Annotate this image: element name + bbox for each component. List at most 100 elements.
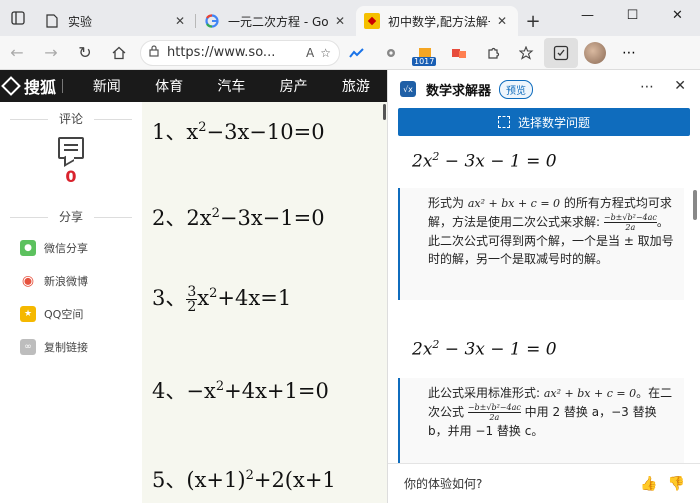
extension-chart[interactable]: [340, 38, 374, 68]
nav-item-house[interactable]: 房产: [262, 76, 324, 96]
comment-icon[interactable]: [58, 137, 84, 159]
article-content: 1、x2−3x−10=0 2、2x2−3x−1=0 3、 3 2 x2+4x=1 4、…: [142, 102, 380, 503]
web-page: 搜狐 新闻 体育 汽车 房产 旅游 评论 0 分享 ● 微信分享 ◉ 新浪微博: [0, 70, 387, 503]
panel-close-icon[interactable]: ✕: [674, 78, 686, 94]
math-solver-panel: √x 数学求解器 预览 ⋯ ✕ 选择数学问题 2x2 − 3x − 1 = 0 …: [387, 70, 700, 503]
close-window-button[interactable]: ✕: [655, 0, 700, 30]
tab-sohu-active[interactable]: 初中数学,配方法解一元二次方程 ✕: [356, 6, 518, 36]
window-controls: — ☐ ✕: [565, 0, 700, 30]
arrow-right-icon: →: [44, 43, 58, 62]
collections-icon: [452, 48, 466, 58]
sohu-logo-icon: [1, 76, 21, 96]
home-icon: [112, 46, 126, 59]
share-wechat[interactable]: ● 微信分享: [0, 231, 142, 264]
tab-actions-icon: [11, 11, 25, 25]
feedback-bar: 你的体验如何? 👍 👎: [388, 463, 700, 503]
address-bar[interactable]: https://www.so... A ☆: [140, 39, 340, 66]
share-weibo[interactable]: ◉ 新浪微博: [0, 264, 142, 297]
panel-header: √x 数学求解器 预览 ⋯ ✕: [388, 70, 700, 108]
share-title: 分享: [0, 208, 142, 225]
panel-scrollbar[interactable]: [692, 142, 698, 462]
extension-red[interactable]: [442, 38, 476, 68]
nav-item-sports[interactable]: 体育: [138, 76, 200, 96]
profile-button[interactable]: [578, 38, 612, 68]
comments-title: 评论: [0, 110, 142, 127]
refresh-icon: ↻: [78, 43, 92, 62]
more-menu-button[interactable]: ⋯: [612, 38, 646, 68]
nav-item-travel[interactable]: 旅游: [325, 76, 387, 96]
select-region-icon: [497, 116, 510, 128]
thumbs-up-icon[interactable]: 👍: [640, 476, 657, 492]
site-navbar: 搜狐 新闻 体育 汽车 房产 旅游: [0, 70, 387, 102]
preview-badge: 预览: [499, 79, 534, 99]
nav-item-news[interactable]: 新闻: [76, 76, 138, 96]
close-tab-icon[interactable]: ✕: [172, 14, 188, 28]
tab-strip: 实验 ✕ 一元二次方程 - Google 搜索 ✕ 初中数学,配方法解一元二次方…: [0, 0, 700, 36]
panel-title: 数学求解器: [426, 83, 492, 99]
extension-1017[interactable]: 1017: [408, 38, 442, 68]
page-scrollbar[interactable]: [380, 102, 387, 503]
extensions-button[interactable]: [476, 38, 510, 68]
favorites-icon: [519, 45, 534, 60]
comment-count[interactable]: 0: [0, 167, 142, 186]
close-tab-icon[interactable]: ✕: [332, 14, 348, 28]
article-side-tools: 评论 0 分享 ● 微信分享 ◉ 新浪微博 ★ QQ空间 ∞ 复制链接: [0, 102, 142, 503]
feedback-prompt: 你的体验如何?: [404, 477, 483, 491]
lock-icon: [149, 45, 159, 60]
new-tab-button[interactable]: +: [518, 6, 548, 36]
google-icon: [204, 13, 220, 29]
avatar: [584, 41, 606, 64]
tab-actions-button[interactable]: [0, 0, 36, 36]
equation-5: 5、(x+1)2+2(x+1: [152, 468, 336, 492]
url-text[interactable]: https://www.so...: [167, 45, 300, 60]
share-qzone[interactable]: ★ QQ空间: [0, 297, 142, 330]
page-icon: [44, 13, 60, 29]
weibo-icon: ◉: [20, 272, 36, 289]
extension-badge: 1017: [412, 56, 437, 66]
panel-more-icon[interactable]: ⋯: [640, 79, 654, 95]
math-solver-button[interactable]: [544, 37, 578, 68]
sohu-logo[interactable]: 搜狐: [0, 74, 76, 98]
article-body: 评论 0 分享 ● 微信分享 ◉ 新浪微博 ★ QQ空间 ∞ 复制链接 1、x2…: [0, 102, 387, 503]
refresh-button[interactable]: ↻: [68, 38, 102, 68]
logo-text: 搜狐: [24, 78, 57, 97]
equation-4: 4、−x2+4x+1=0: [152, 379, 329, 403]
gear-icon: [387, 48, 395, 57]
solver-equation: 2x2 − 3x − 1 = 0: [412, 150, 557, 172]
solution-step-card-2: 此公式采用标准形式: ax² + bx + c = 0。在二次公式 −b±√b²…: [398, 378, 684, 464]
tab-title: 初中数学,配方法解一元二次方程: [388, 14, 490, 29]
sohu-icon: [364, 13, 380, 29]
maximize-button[interactable]: ☐: [610, 0, 655, 30]
math-solver-app-icon: √x: [400, 81, 416, 97]
scroll-thumb[interactable]: [383, 104, 386, 120]
equation-1: 1、x2−3x−10=0: [152, 120, 325, 144]
extension-puzzle-gray[interactable]: [374, 38, 408, 68]
more-icon: ⋯: [622, 44, 636, 61]
solver-equation-2: 2x2 − 3x − 1 = 0: [412, 338, 557, 360]
favorites-button[interactable]: [510, 38, 544, 68]
tab-title: 一元二次方程 - Google 搜索: [228, 14, 328, 29]
equation-2: 2、2x2−3x−1=0: [152, 206, 325, 230]
wechat-icon: ●: [20, 239, 36, 256]
browser-toolbar: ← → ↻ https://www.so... A ☆ 1017 ⋯: [0, 36, 700, 70]
math-solver-icon: [553, 45, 569, 60]
close-tab-icon[interactable]: ✕: [494, 14, 510, 28]
puzzle-icon: [488, 47, 500, 59]
nav-item-auto[interactable]: 汽车: [200, 76, 262, 96]
link-icon: ∞: [20, 338, 36, 355]
arrow-left-icon: ←: [10, 43, 24, 62]
tab-google[interactable]: 一元二次方程 - Google 搜索 ✕: [196, 6, 356, 36]
thumbs-down-icon[interactable]: 👎: [668, 476, 685, 492]
minimize-button[interactable]: —: [565, 0, 610, 30]
share-copy-link[interactable]: ∞ 复制链接: [0, 330, 142, 363]
select-math-problem-button[interactable]: 选择数学问题: [398, 108, 690, 136]
qzone-star-icon: ★: [20, 305, 36, 322]
back-button[interactable]: ←: [0, 38, 34, 68]
read-aloud-icon[interactable]: A: [306, 46, 314, 60]
add-favorite-icon[interactable]: ☆: [320, 46, 331, 60]
panel-scroll-thumb[interactable]: [693, 190, 697, 220]
forward-button[interactable]: →: [34, 38, 68, 68]
equation-3: 3、 3 2 x2+4x=1: [152, 284, 292, 315]
tab-experiment[interactable]: 实验 ✕: [36, 6, 196, 36]
home-button[interactable]: [102, 38, 136, 68]
